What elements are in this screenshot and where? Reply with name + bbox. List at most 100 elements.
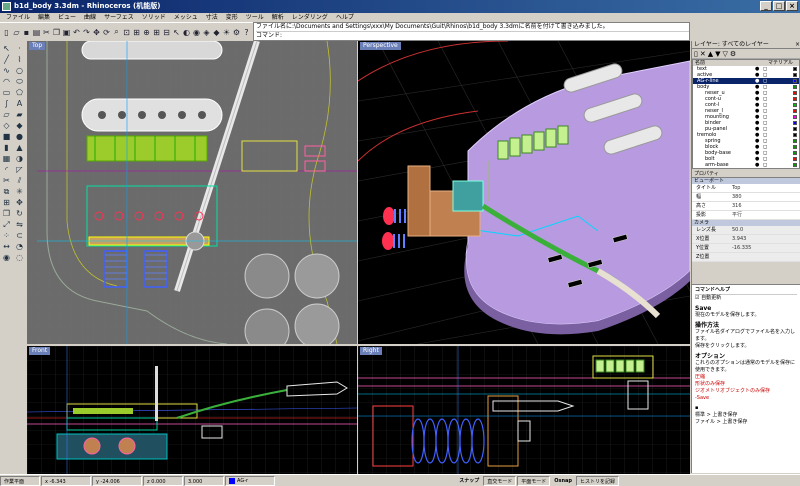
- help-option-objects[interactable]: ジオメトリオブジェクトのみ保存: [695, 388, 797, 395]
- curve-tool-icon[interactable]: ∿: [0, 65, 13, 76]
- menu-edit[interactable]: 編集: [34, 13, 54, 22]
- box-tool-icon[interactable]: ■: [0, 131, 13, 142]
- zoom-window-icon[interactable]: ⊡: [122, 26, 131, 39]
- layer-color-swatch[interactable]: [793, 73, 797, 77]
- new-file-icon[interactable]: ▯: [2, 26, 11, 39]
- help-option-compress[interactable]: 圧縮: [695, 374, 797, 381]
- command-prompt[interactable]: コマンド:: [256, 31, 689, 40]
- polyline-tool-icon[interactable]: ⌇: [13, 54, 26, 65]
- dimension-tool-icon[interactable]: ↔: [0, 241, 13, 252]
- zoom-selected-icon[interactable]: ⊕: [142, 26, 151, 39]
- boolean-tool-icon[interactable]: ◑: [13, 153, 26, 164]
- layer-color-swatch[interactable]: [793, 97, 797, 101]
- layer-icon[interactable]: ◈: [202, 26, 211, 39]
- line-tool-icon[interactable]: ╱: [0, 54, 13, 65]
- extrude-tool-icon[interactable]: ▰: [13, 109, 26, 120]
- select-icon[interactable]: ↖: [172, 26, 181, 39]
- layer-color-swatch[interactable]: [793, 79, 797, 83]
- mirror-tool-icon[interactable]: ⇋: [13, 219, 26, 230]
- zoom-extents-icon[interactable]: ⊞: [132, 26, 141, 39]
- rotate-tool-icon[interactable]: ↻: [13, 208, 26, 219]
- delete-layer-icon[interactable]: ✕: [700, 50, 706, 58]
- sphere-tool-icon[interactable]: ●: [13, 131, 26, 142]
- layer-color-swatch[interactable]: [793, 115, 797, 119]
- options-icon[interactable]: ⚙: [232, 26, 241, 39]
- chamfer-tool-icon[interactable]: ◸: [13, 164, 26, 175]
- property-value[interactable]: 316: [732, 202, 800, 210]
- viewport-title-right[interactable]: Right: [360, 347, 382, 355]
- layer-color-swatch[interactable]: [793, 103, 797, 107]
- status-ortho[interactable]: 直交モード: [483, 475, 517, 486]
- property-value[interactable]: 3.943: [732, 235, 800, 243]
- explode-tool-icon[interactable]: ✳: [13, 186, 26, 197]
- status-osnap[interactable]: Osnap: [551, 476, 575, 486]
- freeform-tool-icon[interactable]: ∫: [0, 98, 13, 109]
- layer-row[interactable]: arm-base ● ◻: [693, 162, 799, 168]
- lock-icon[interactable]: ◻: [763, 162, 767, 168]
- viewport-top[interactable]: Top: [27, 41, 357, 344]
- properties-icon[interactable]: ◆: [212, 26, 221, 39]
- save-icon[interactable]: ▪: [22, 26, 31, 39]
- cone-tool-icon[interactable]: ▲: [13, 142, 26, 153]
- filter-icon[interactable]: ▽: [723, 50, 728, 58]
- surface-tool-icon[interactable]: ▱: [0, 109, 13, 120]
- mesh-tool-icon[interactable]: ▦: [0, 153, 13, 164]
- array-tool-icon[interactable]: ⁘: [0, 230, 13, 241]
- cplane-icon[interactable]: ⊟: [162, 26, 171, 39]
- layer-color-swatch[interactable]: [793, 91, 797, 95]
- rotate-view-icon[interactable]: ⟳: [102, 26, 111, 39]
- layer-color-swatch[interactable]: [793, 145, 797, 149]
- shade-icon[interactable]: ◐: [182, 26, 191, 39]
- select-tool-icon[interactable]: ↖: [0, 43, 13, 54]
- property-value[interactable]: Top: [732, 184, 800, 192]
- layer-color-swatch[interactable]: [793, 157, 797, 161]
- status-layer[interactable]: AG-r: [225, 475, 275, 486]
- menu-solid[interactable]: ソリッド: [138, 13, 170, 22]
- join-tool-icon[interactable]: ⧉: [0, 186, 13, 197]
- layer-color-swatch[interactable]: [793, 151, 797, 155]
- eye-icon[interactable]: ●: [755, 162, 759, 168]
- status-planar[interactable]: 平面モード: [517, 475, 551, 486]
- menu-dimension[interactable]: 寸法: [202, 13, 222, 22]
- layer-color-swatch[interactable]: [793, 109, 797, 113]
- layer-color-swatch[interactable]: [793, 67, 797, 71]
- property-value[interactable]: -16.335: [732, 244, 800, 252]
- trim-tool-icon[interactable]: ✂: [0, 175, 13, 186]
- move-down-icon[interactable]: ▼: [715, 50, 720, 58]
- undo-icon[interactable]: ↶: [72, 26, 81, 39]
- maximize-button[interactable]: □: [773, 1, 785, 11]
- menu-view[interactable]: ビュー: [54, 13, 80, 22]
- layer-color-swatch[interactable]: [793, 127, 797, 131]
- zoom-icon[interactable]: ⌕: [112, 26, 121, 39]
- close-button[interactable]: ×: [786, 1, 798, 11]
- point-tool-icon[interactable]: ·: [13, 43, 26, 54]
- copy-icon[interactable]: ❐: [52, 26, 61, 39]
- render-icon[interactable]: ◉: [192, 26, 201, 39]
- scale-tool-icon[interactable]: ⤢: [0, 219, 13, 230]
- layer-settings-icon[interactable]: ⚙: [730, 50, 736, 58]
- print-icon[interactable]: ▤: [32, 26, 41, 39]
- property-value[interactable]: 380: [732, 193, 800, 201]
- text-tool-icon[interactable]: A: [13, 98, 26, 109]
- help-icon[interactable]: ?: [242, 26, 251, 39]
- viewport-title-perspective[interactable]: Perspective: [360, 42, 401, 50]
- viewport-right[interactable]: Right: [358, 346, 690, 474]
- offset-tool-icon[interactable]: ⊂: [13, 230, 26, 241]
- checkbox-icon[interactable]: ☑: [695, 295, 699, 301]
- layer-color-swatch[interactable]: [793, 139, 797, 143]
- light-icon[interactable]: ☀: [222, 26, 231, 39]
- polygon-tool-icon[interactable]: ⬠: [13, 87, 26, 98]
- ellipse-tool-icon[interactable]: ⬭: [13, 76, 26, 87]
- menu-mesh[interactable]: メッシュ: [170, 13, 202, 22]
- cylinder-tool-icon[interactable]: ▮: [0, 142, 13, 153]
- analyze-tool-icon[interactable]: ◔: [13, 241, 26, 252]
- move-up-icon[interactable]: ▲: [708, 50, 713, 58]
- menu-curve[interactable]: 曲線: [80, 13, 100, 22]
- arc-tool-icon[interactable]: ◠: [0, 76, 13, 87]
- rectangle-tool-icon[interactable]: ▭: [0, 87, 13, 98]
- split-tool-icon[interactable]: ⫽: [13, 175, 26, 186]
- fillet-tool-icon[interactable]: ◜: [0, 164, 13, 175]
- hide-tool-icon[interactable]: ◌: [13, 252, 26, 263]
- layer-color-swatch[interactable]: [793, 85, 797, 89]
- layer-color-swatch[interactable]: [793, 121, 797, 125]
